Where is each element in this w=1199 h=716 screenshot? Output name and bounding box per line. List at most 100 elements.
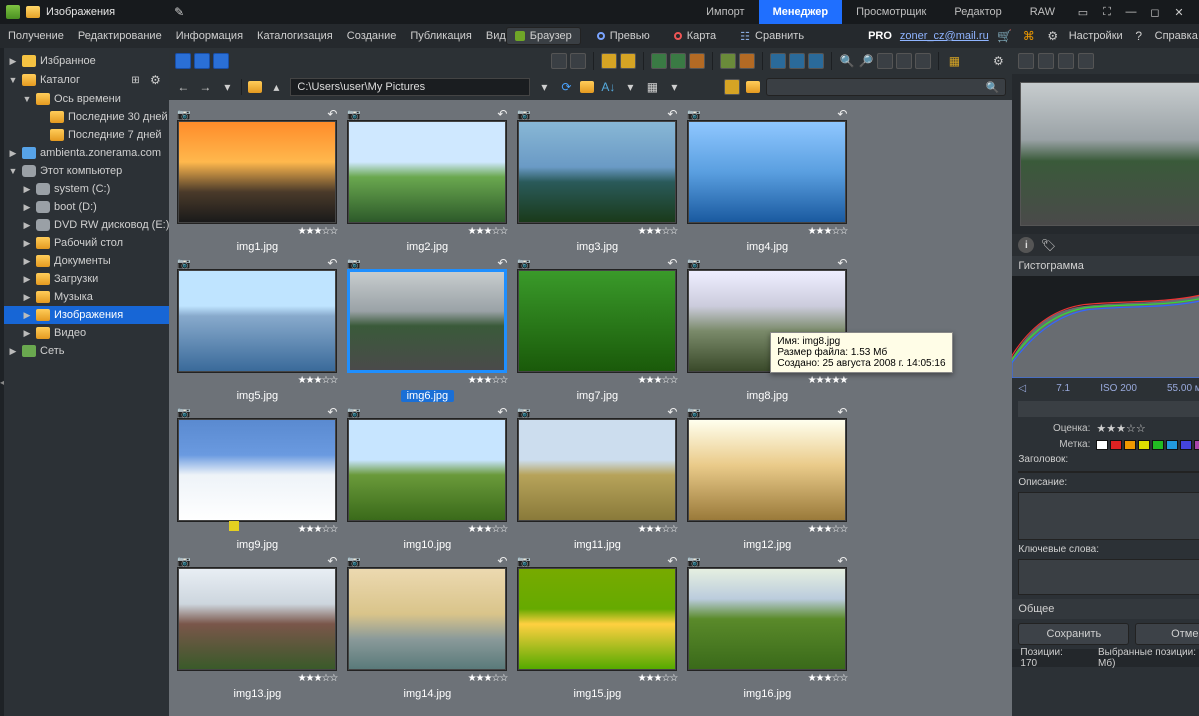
zoom-lock-icon[interactable] — [915, 53, 931, 69]
close-icon[interactable]: ✕ — [1171, 4, 1187, 20]
zoom-100-icon[interactable] — [877, 53, 893, 69]
undo-icon[interactable]: ↶ — [667, 256, 677, 270]
tree-child-3[interactable]: ▶Рабочий стол — [4, 234, 169, 252]
undo-icon[interactable]: ↶ — [327, 554, 337, 568]
thumb-img15.jpg[interactable]: 📷↶ ★★★☆☆ img15.jpg — [517, 553, 677, 700]
nav-up-icon[interactable]: ▴ — [268, 79, 284, 95]
rtool1-icon[interactable] — [1018, 53, 1034, 69]
rating-stars[interactable]: ★★★☆☆ — [298, 226, 338, 237]
tool-edit1-icon[interactable] — [770, 53, 786, 69]
save-button[interactable]: Сохранить — [1018, 623, 1129, 645]
keywords-input[interactable] — [1018, 559, 1199, 595]
info-icon[interactable]: i — [1018, 237, 1034, 253]
tag-icon[interactable]: 🏷 — [1040, 237, 1056, 253]
tree-child-6[interactable]: ▶Музыка — [4, 288, 169, 306]
tab-raw[interactable]: RAW — [1016, 0, 1069, 24]
filter2-icon[interactable] — [746, 81, 760, 93]
rating-stars[interactable]: ★★★☆☆ — [808, 524, 848, 535]
rating-stars[interactable]: ★★★☆☆ — [638, 375, 678, 386]
undo-icon[interactable]: ↶ — [497, 256, 507, 270]
rating-stars[interactable]: ★★★☆☆ — [808, 673, 848, 684]
menu-получение[interactable]: Получение — [8, 30, 64, 42]
help-link[interactable]: Справка — [1155, 30, 1198, 42]
path-dd-icon[interactable]: ▾ — [536, 79, 552, 95]
rating-stars[interactable]: ★★★☆☆ — [808, 226, 848, 237]
tool-quick1-icon[interactable] — [720, 53, 736, 69]
rating-stars[interactable]: ★★★☆☆ — [298, 673, 338, 684]
gear-icon[interactable]: ⚙ — [1045, 28, 1061, 44]
undo-icon[interactable]: ↶ — [667, 554, 677, 568]
map-tab[interactable]: Карта — [666, 27, 724, 45]
rating-stars[interactable]: ★★★☆☆ — [298, 375, 338, 386]
view-thumbnails-icon[interactable] — [175, 53, 191, 69]
swatch-2[interactable] — [1124, 440, 1136, 450]
rating-stars[interactable]: ★★★★★ — [808, 375, 848, 386]
tool-rotate-r-icon[interactable] — [570, 53, 586, 69]
catalog-gear-icon[interactable]: ⚙ — [147, 72, 163, 88]
thumb-img16.jpg[interactable]: 📷↶ ★★★☆☆ img16.jpg — [687, 553, 847, 700]
tree-child-1[interactable]: ▶boot (D:) — [4, 198, 169, 216]
swatch-7[interactable] — [1194, 440, 1199, 450]
menu-редактирование[interactable]: Редактирование — [78, 30, 162, 42]
histogram-header[interactable]: Гистограмма▾ — [1012, 256, 1199, 276]
thumb-img6.jpg[interactable]: 📷↶ ★★★☆☆ img6.jpg — [347, 255, 507, 402]
undo-icon[interactable]: ↶ — [327, 256, 337, 270]
catalog-add-icon[interactable]: ⊞ — [127, 72, 143, 88]
newfolder-icon[interactable] — [580, 81, 594, 93]
refresh-icon[interactable]: ⟳ — [558, 79, 574, 95]
thumb-img10.jpg[interactable]: 📷↶ ★★★☆☆ img10.jpg — [347, 404, 507, 551]
tree-favorites[interactable]: ▶Избранное — [4, 52, 169, 70]
undo-icon[interactable]: ↶ — [667, 405, 677, 419]
menu-публикация[interactable]: Публикация — [410, 30, 471, 42]
fullscreen-icon[interactable]: ⛶ — [1099, 4, 1115, 20]
tool-mail-icon[interactable] — [620, 53, 636, 69]
tree-child-2[interactable]: ▶DVD RW дисковод (E:) — [4, 216, 169, 234]
undo-icon[interactable]: ↶ — [497, 405, 507, 419]
rtool3-icon[interactable] — [1058, 53, 1074, 69]
filter1-icon[interactable] — [724, 79, 740, 95]
panel-gear-icon[interactable]: ⚙ — [990, 53, 1006, 69]
undo-icon[interactable]: ↶ — [667, 107, 677, 121]
undo-icon[interactable]: ↶ — [327, 405, 337, 419]
tool-edit3-icon[interactable] — [808, 53, 824, 69]
swatch-3[interactable] — [1138, 440, 1150, 450]
preview-tab[interactable]: Превью — [589, 27, 658, 45]
sort-icon[interactable]: A↓ — [600, 79, 616, 95]
tab-import[interactable]: Импорт — [692, 0, 758, 24]
undo-icon[interactable]: ↶ — [497, 554, 507, 568]
tree-last30[interactable]: Последние 30 дней — [4, 108, 169, 126]
tool-quick2-icon[interactable] — [739, 53, 755, 69]
rating-stars[interactable]: ★★★☆☆ — [468, 375, 508, 386]
tree-child-8[interactable]: ▶Видео — [4, 324, 169, 342]
exif-slider[interactable] — [1018, 401, 1199, 417]
path-input[interactable] — [290, 78, 530, 96]
tool-batch3-icon[interactable] — [689, 53, 705, 69]
cart-icon[interactable]: 🛒 — [997, 28, 1013, 44]
rtool2-icon[interactable] — [1038, 53, 1054, 69]
undo-icon[interactable]: ↶ — [327, 107, 337, 121]
tree-child-7[interactable]: ▶Изображения — [4, 306, 169, 324]
menu-информация[interactable]: Информация — [176, 30, 243, 42]
search-input[interactable]: 🔍 — [766, 78, 1006, 96]
rss-icon[interactable]: ⌘ — [1021, 28, 1037, 44]
tree-zonerama[interactable]: ▶ambienta.zonerama.com — [4, 144, 169, 162]
tab-viewer[interactable]: Просмотрщик — [842, 0, 940, 24]
tree-last7[interactable]: Последние 7 дней — [4, 126, 169, 144]
tree-timeline[interactable]: ▼Ось времени — [4, 90, 169, 108]
menu-каталогизация[interactable]: Каталогизация — [257, 30, 333, 42]
thumb-img3.jpg[interactable]: 📷↶ ★★★☆☆ img3.jpg — [517, 106, 677, 253]
menu-создание[interactable]: Создание — [347, 30, 397, 42]
nav-fwd-icon[interactable]: → — [197, 79, 213, 95]
path-folder-icon[interactable] — [248, 81, 262, 93]
help-icon[interactable]: ? — [1131, 28, 1147, 44]
thumb-img13.jpg[interactable]: 📷↶ ★★★☆☆ img13.jpg — [177, 553, 337, 700]
account-link[interactable]: zoner_cz@mail.ru — [900, 30, 989, 42]
undo-icon[interactable]: ↶ — [837, 107, 847, 121]
zoom-in-icon[interactable]: 🔍 — [839, 53, 855, 69]
thumb-dd-icon[interactable]: ▾ — [666, 79, 682, 95]
zoom-out-icon[interactable]: 🔎 — [858, 53, 874, 69]
menu-вид[interactable]: Вид — [486, 30, 506, 42]
rating-stars[interactable]: ★★★☆☆ — [468, 226, 508, 237]
tool-print-icon[interactable] — [601, 53, 617, 69]
tool-batch2-icon[interactable] — [670, 53, 686, 69]
